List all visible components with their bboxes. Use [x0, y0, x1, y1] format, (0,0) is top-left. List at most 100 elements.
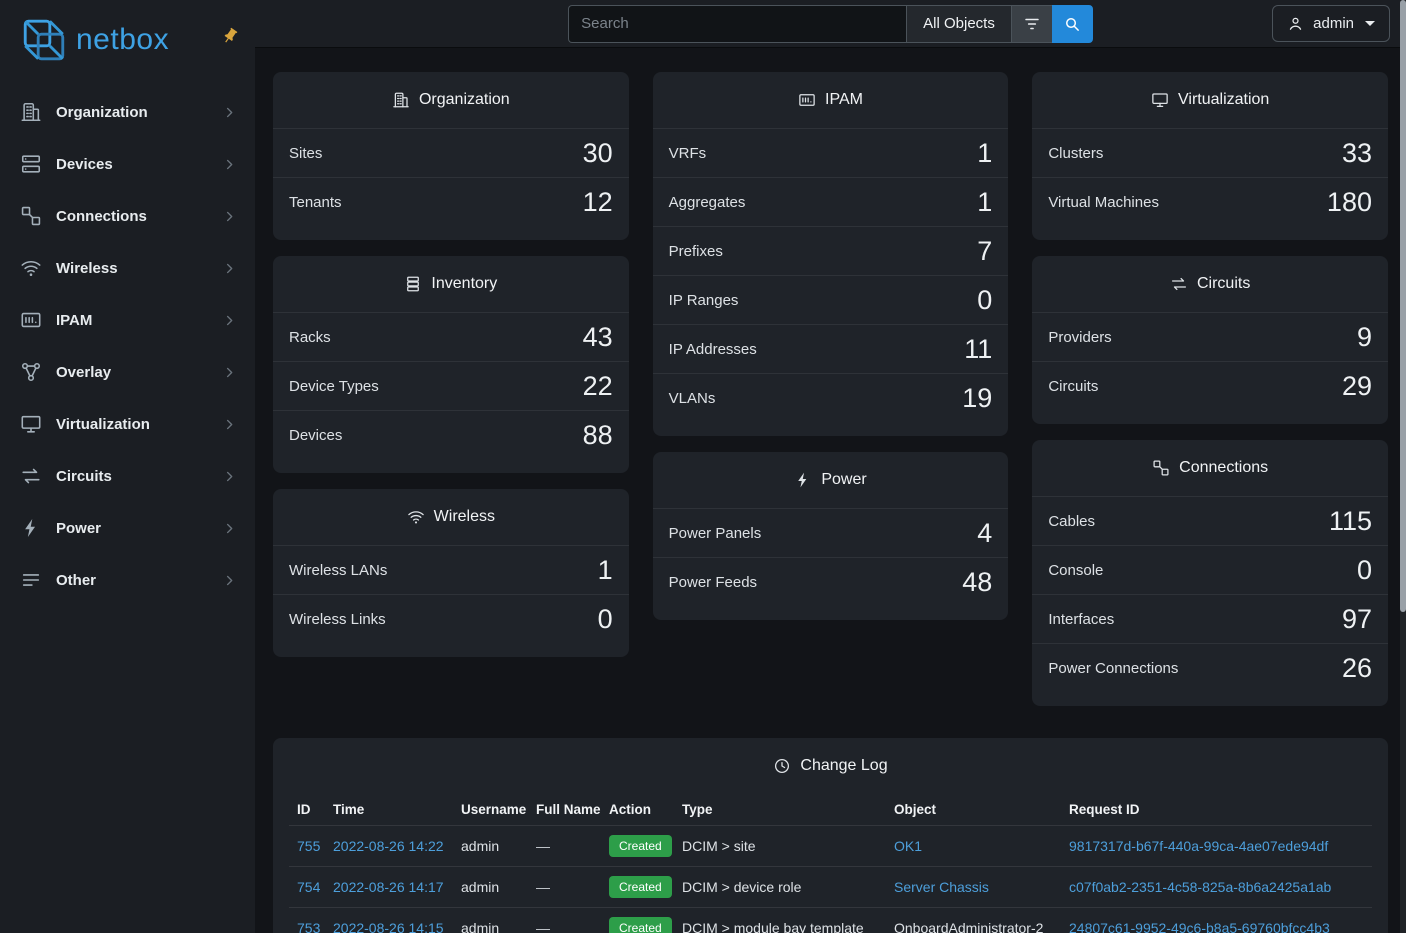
- chevron-right-icon: [222, 521, 237, 536]
- stat-row-vrfs[interactable]: VRFs 1: [653, 128, 1009, 177]
- netbox-logo[interactable]: netbox: [22, 18, 169, 62]
- connections-card-header: Connections: [1032, 440, 1388, 496]
- sidebar-item-label: Other: [56, 572, 208, 589]
- change-id-link[interactable]: 754: [297, 879, 320, 895]
- filter-button[interactable]: [1011, 5, 1052, 43]
- ipam-card: IPAM VRFs 1 Aggregates 1 Prefixes 7: [653, 72, 1009, 436]
- power-card-header: Power: [653, 452, 1009, 508]
- stat-value: 0: [1357, 555, 1372, 585]
- stat-value: 48: [962, 567, 992, 597]
- stat-row-virtual-machines[interactable]: Virtual Machines 180: [1032, 177, 1388, 226]
- global-search: All Objects: [568, 5, 1093, 43]
- stat-row-vlans[interactable]: VLANs 19: [653, 373, 1009, 422]
- stat-label: Tenants: [289, 194, 342, 211]
- virtualization-card: Virtualization Clusters 33 Virtual Machi…: [1032, 72, 1388, 240]
- stat-label: Interfaces: [1048, 611, 1114, 628]
- stat-row-clusters[interactable]: Clusters 33: [1032, 128, 1388, 177]
- stat-row-tenants[interactable]: Tenants 12: [273, 177, 629, 226]
- search-input[interactable]: [568, 5, 906, 43]
- page-scrollbar[interactable]: [1400, 0, 1406, 933]
- ipam-card-header: IPAM: [653, 72, 1009, 128]
- brand-wordmark: netbox: [76, 23, 169, 57]
- stat-row-wireless-links[interactable]: Wireless Links 0: [273, 594, 629, 643]
- action-badge: Created: [609, 917, 672, 933]
- circuits-card: Circuits Providers 9 Circuits 29: [1032, 256, 1388, 424]
- stat-row-device-types[interactable]: Device Types 22: [273, 361, 629, 410]
- cable-icon: [1152, 459, 1170, 477]
- stat-row-cables[interactable]: Cables 115: [1032, 496, 1388, 545]
- sidebar-header: netbox: [0, 0, 255, 80]
- user-menu-button[interactable]: admin: [1272, 5, 1390, 42]
- sidebar-item-circuits[interactable]: Circuits: [0, 450, 255, 502]
- changelog-table-wrap: ID Time Username Full Name Action Type O…: [273, 794, 1388, 933]
- stat-label: Cables: [1048, 513, 1095, 530]
- wireless-card-header: Wireless: [273, 489, 629, 545]
- stat-label: Devices: [289, 427, 342, 444]
- stat-row-ip-addresses[interactable]: IP Addresses 11: [653, 324, 1009, 373]
- sidebar-item-connections[interactable]: Connections: [0, 190, 255, 242]
- stat-row-interfaces[interactable]: Interfaces 97: [1032, 594, 1388, 643]
- card-title: Wireless: [434, 508, 495, 526]
- stat-label: IP Addresses: [669, 341, 757, 358]
- stat-value: 88: [583, 420, 613, 450]
- sidebar-item-ipam[interactable]: IPAM: [0, 294, 255, 346]
- object-type-select[interactable]: All Objects: [906, 5, 1011, 43]
- stat-row-power-feeds[interactable]: Power Feeds 48: [653, 557, 1009, 606]
- stat-row-console[interactable]: Console 0: [1032, 545, 1388, 594]
- search-icon: [1063, 15, 1081, 33]
- changelog-table: ID Time Username Full Name Action Type O…: [289, 794, 1372, 933]
- sidebar-item-wireless[interactable]: Wireless: [0, 242, 255, 294]
- sidebar-item-organization[interactable]: Organization: [0, 86, 255, 138]
- change-time-link[interactable]: 2022-08-26 14:15: [333, 920, 444, 933]
- stat-row-prefixes[interactable]: Prefixes 7: [653, 226, 1009, 275]
- change-id-link[interactable]: 755: [297, 838, 320, 854]
- change-object-link[interactable]: OK1: [894, 838, 922, 854]
- stat-row-sites[interactable]: Sites 30: [273, 128, 629, 177]
- sidebar-item-virtualization[interactable]: Virtualization: [0, 398, 255, 450]
- sidebar-nav: Organization Devices Connections Wireles…: [0, 80, 255, 612]
- sidebar-item-power[interactable]: Power: [0, 502, 255, 554]
- sidebar-item-label: Circuits: [56, 468, 208, 485]
- change-object-link[interactable]: Server Chassis: [894, 879, 989, 895]
- change-request-id-link[interactable]: 9817317d-b67f-440a-99ca-4ae07ede94df: [1069, 838, 1328, 854]
- change-time-link[interactable]: 2022-08-26 14:17: [333, 879, 444, 895]
- search-button[interactable]: [1052, 5, 1093, 43]
- change-request-id-link[interactable]: c07f0ab2-2351-4c58-825a-8b6a2425a1ab: [1069, 879, 1331, 895]
- monitor-icon: [1151, 91, 1169, 109]
- sidebar-item-label: Virtualization: [56, 416, 208, 433]
- user-menu-label: admin: [1313, 15, 1354, 32]
- sidebar-item-devices[interactable]: Devices: [0, 138, 255, 190]
- stat-row-providers[interactable]: Providers 9: [1032, 312, 1388, 361]
- sidebar-item-overlay[interactable]: Overlay: [0, 346, 255, 398]
- change-id-link[interactable]: 753: [297, 920, 320, 933]
- change-full-name: —: [536, 838, 550, 854]
- filter-icon: [1023, 15, 1041, 33]
- stat-row-ip-ranges[interactable]: IP Ranges 0: [653, 275, 1009, 324]
- stat-row-power-connections[interactable]: Power Connections 26: [1032, 643, 1388, 692]
- changelog-header-row: ID Time Username Full Name Action Type O…: [289, 794, 1372, 826]
- scrollbar-thumb[interactable]: [1400, 0, 1406, 612]
- transfer-icon: [20, 465, 42, 487]
- stat-row-power-panels[interactable]: Power Panels 4: [653, 508, 1009, 557]
- chevron-right-icon: [222, 261, 237, 276]
- stat-row-wireless-lans[interactable]: Wireless LANs 1: [273, 545, 629, 594]
- stat-row-circuits[interactable]: Circuits 29: [1032, 361, 1388, 410]
- column-header-type: Type: [674, 794, 886, 826]
- change-time-link[interactable]: 2022-08-26 14:22: [333, 838, 444, 854]
- card-title: Virtualization: [1178, 91, 1269, 109]
- chevron-right-icon: [222, 469, 237, 484]
- connections-card: Connections Cables 115 Console 0 Interfa…: [1032, 440, 1388, 706]
- virtualization-card-header: Virtualization: [1032, 72, 1388, 128]
- change-type: DCIM > site: [682, 838, 756, 854]
- stat-row-aggregates[interactable]: Aggregates 1: [653, 177, 1009, 226]
- change-request-id-link[interactable]: 24807c61-9952-49c6-b8a5-69760bfcc4b3: [1069, 920, 1330, 933]
- pin-sidebar-icon[interactable]: [221, 27, 239, 45]
- change-username: admin: [461, 920, 499, 933]
- stat-row-devices[interactable]: Devices 88: [273, 410, 629, 459]
- stat-label: Wireless LANs: [289, 562, 387, 579]
- inventory-icon: [404, 275, 422, 293]
- sidebar-item-other[interactable]: Other: [0, 554, 255, 606]
- chevron-right-icon: [222, 573, 237, 588]
- stat-label: Clusters: [1048, 145, 1103, 162]
- stat-row-racks[interactable]: Racks 43: [273, 312, 629, 361]
